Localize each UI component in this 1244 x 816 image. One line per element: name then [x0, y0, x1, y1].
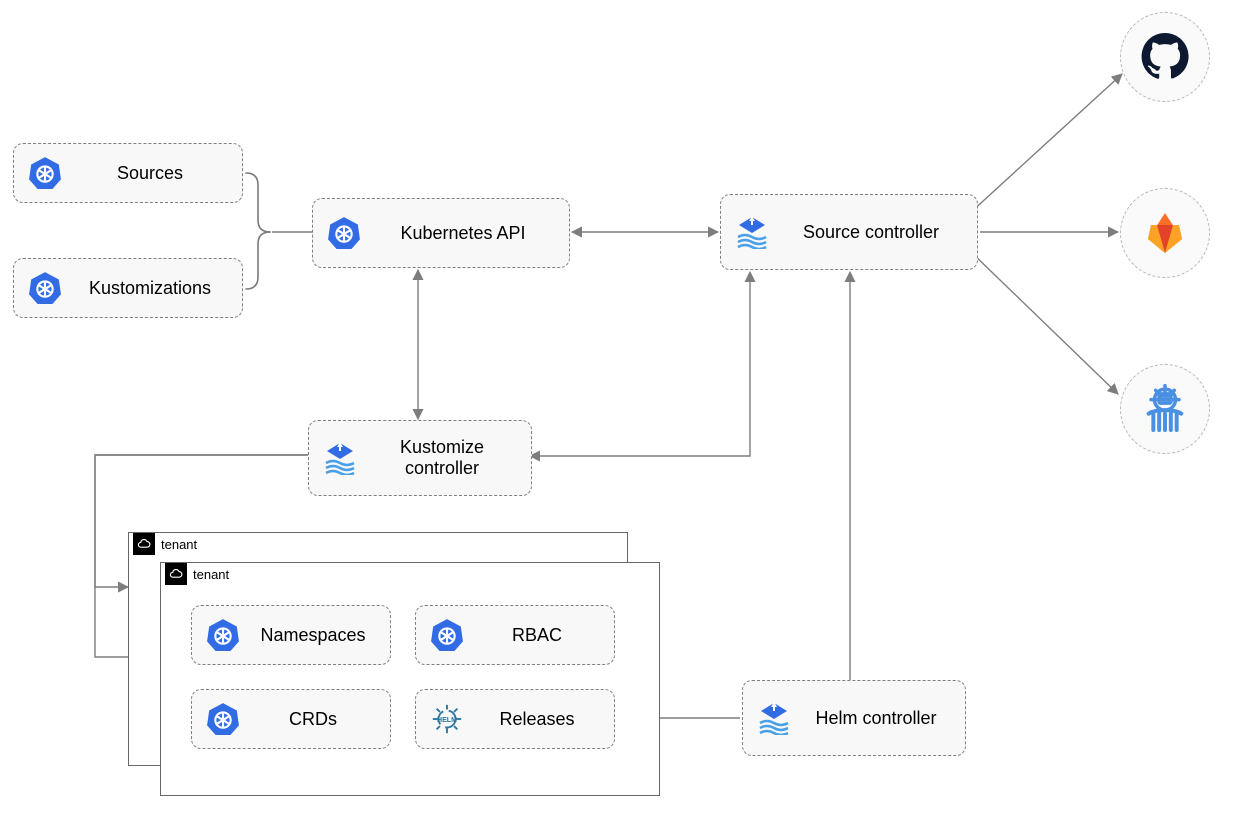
svg-text:HELM: HELM — [437, 716, 457, 724]
label: Namespaces — [250, 625, 376, 646]
label: Releases — [474, 709, 600, 730]
cloud-icon — [133, 533, 155, 555]
flux-icon — [735, 215, 769, 249]
label: Helm controller — [801, 708, 951, 729]
kubernetes-icon — [430, 618, 464, 652]
label: Source controller — [779, 222, 963, 243]
node-sources: Sources — [13, 143, 243, 203]
flux-icon — [323, 441, 357, 475]
kubernetes-icon — [28, 156, 62, 190]
external-gitlab — [1120, 188, 1210, 278]
label: Kustomize controller — [367, 437, 517, 478]
tenant-panel-front: tenant Namespaces RBAC CRDs — [160, 562, 660, 796]
label: RBAC — [474, 625, 600, 646]
helm-icon: HELM — [430, 702, 464, 736]
external-github — [1120, 12, 1210, 102]
tenant-label: tenant — [193, 566, 229, 582]
node-kubernetes-api: Kubernetes API — [312, 198, 570, 268]
node-rbac: RBAC — [415, 605, 615, 665]
tenant-label: tenant — [161, 536, 197, 552]
kubernetes-icon — [206, 702, 240, 736]
gitlab-icon — [1141, 209, 1189, 257]
kubernetes-icon — [28, 271, 62, 305]
node-source-controller: Source controller — [720, 194, 978, 270]
label: Sources — [72, 163, 228, 184]
node-crds: CRDs — [191, 689, 391, 749]
node-kustomizations: Kustomizations — [13, 258, 243, 318]
kubernetes-icon — [206, 618, 240, 652]
flux-icon — [757, 701, 791, 735]
node-helm-controller: Helm controller — [742, 680, 966, 756]
harbor-icon — [1137, 381, 1193, 437]
github-icon — [1140, 32, 1190, 82]
diagram-canvas: { "nodes": { "sources": { "label": "Sour… — [0, 0, 1244, 816]
label: CRDs — [250, 709, 376, 730]
kubernetes-icon — [327, 216, 361, 250]
tenant-header: tenant — [129, 533, 203, 555]
node-kustomize-controller: Kustomize controller — [308, 420, 532, 496]
tenant-header: tenant — [161, 563, 235, 585]
label: Kubernetes API — [371, 223, 555, 244]
node-releases: HELM Releases — [415, 689, 615, 749]
external-helm-repo — [1120, 364, 1210, 454]
node-namespaces: Namespaces — [191, 605, 391, 665]
label: Kustomizations — [72, 278, 228, 299]
cloud-icon — [165, 563, 187, 585]
